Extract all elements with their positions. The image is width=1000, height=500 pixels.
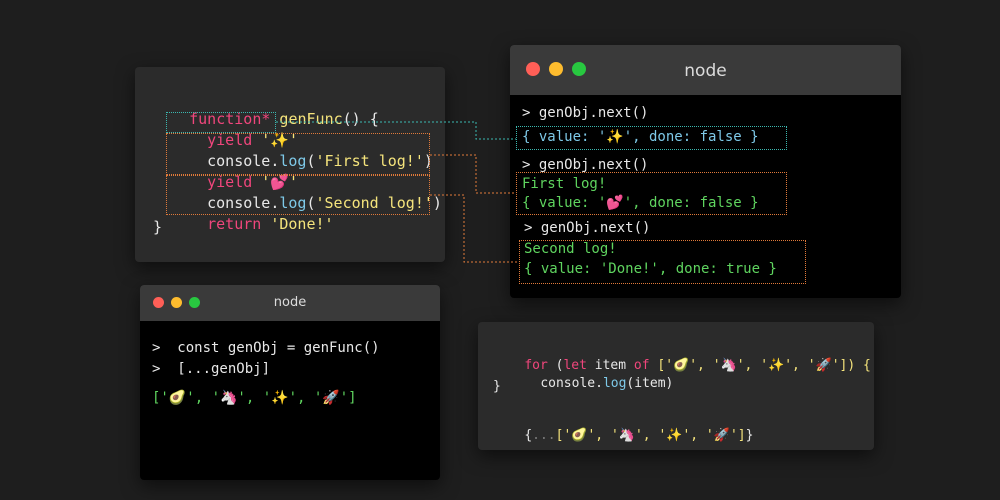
loop-array: ['🥑', '🦄', '✨', '🚀']) { xyxy=(649,358,871,373)
terminal-title: node xyxy=(684,61,727,81)
highlight-output-3 xyxy=(519,240,806,284)
loop-code-panel: for (let item of ['🥑', '🦄', '✨', '🚀']) {… xyxy=(478,322,874,450)
highlight-output-1 xyxy=(516,126,787,150)
terminal-titlebar: node xyxy=(140,285,440,321)
keyword-return: return xyxy=(207,215,262,233)
highlight-step-3 xyxy=(166,175,430,215)
function-paren: () { xyxy=(342,110,379,128)
prompt-line: > [...genObj] xyxy=(152,361,271,377)
highlight-yield-1 xyxy=(166,112,276,133)
prompt-line: > genObj.next() xyxy=(522,105,649,121)
prompt-line: > genObj.next() xyxy=(522,157,649,173)
highlight-step-2 xyxy=(166,133,430,175)
node-terminal-top: node > genObj.next() { value: '✨', done:… xyxy=(510,45,901,298)
console-object: console. xyxy=(540,376,603,391)
loop-body-line: console.log(item) xyxy=(509,361,673,406)
loop-close-brace: } xyxy=(493,379,501,394)
prompt-line: > genObj.next() xyxy=(524,220,651,236)
prompt-line: > const genObj = genFunc() xyxy=(152,340,380,356)
spread-dots: ... xyxy=(532,428,556,443)
terminal-titlebar: node xyxy=(510,45,901,95)
spread-object-line: {...['🥑', '🦄', '✨', '🚀']} xyxy=(493,413,753,458)
code-line-close-brace: } xyxy=(153,218,163,236)
return-value: 'Done!' xyxy=(261,215,334,233)
terminal-title: node xyxy=(273,295,307,310)
generator-code-panel: function* genFunc() { yield '✨' console.… xyxy=(135,67,445,262)
highlight-output-2 xyxy=(516,172,787,215)
spread-open-brace: { xyxy=(524,428,533,443)
log-argument: (item) xyxy=(626,376,674,391)
spread-close-brace: } xyxy=(745,428,754,443)
spread-array: ['🥑', '🦄', '✨', '🚀'] xyxy=(555,428,746,443)
node-terminal-bottom: node > const genObj = genFunc() > [...ge… xyxy=(140,285,440,480)
log-method: log xyxy=(602,376,627,391)
close-paren: ) xyxy=(432,194,442,212)
spread-output: ['🥑', '🦄', '✨', '🚀'] xyxy=(152,390,357,406)
